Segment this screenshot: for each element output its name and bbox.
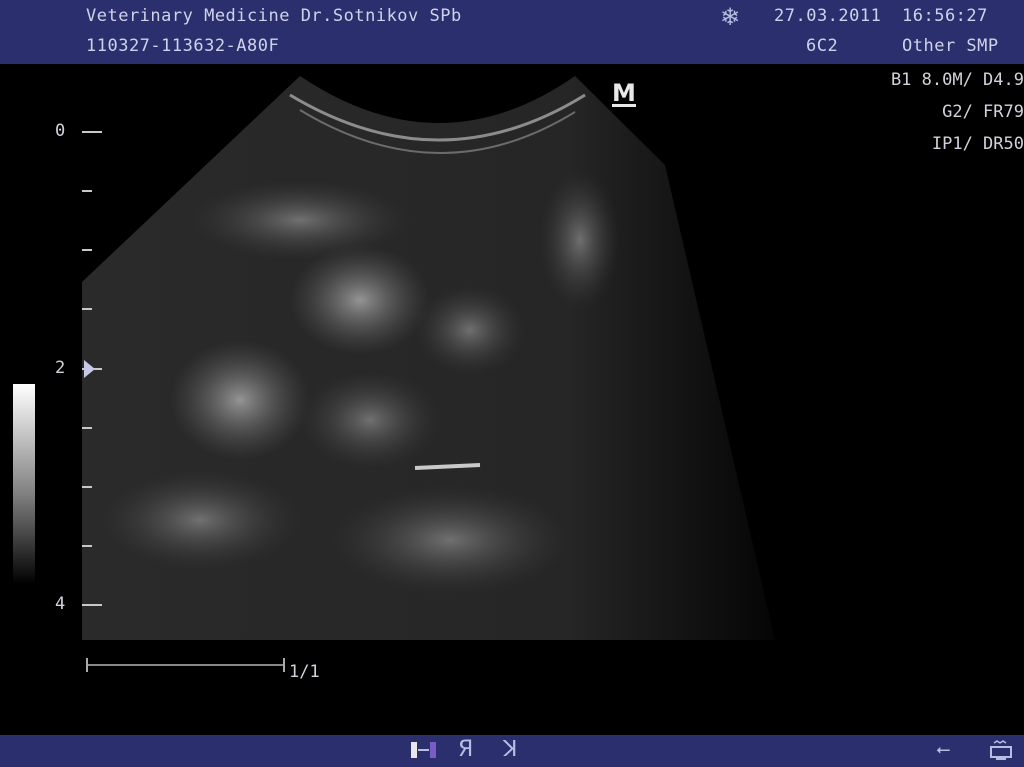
depth-tick bbox=[82, 427, 92, 429]
depth-tick bbox=[82, 604, 102, 606]
storage-icon bbox=[988, 739, 1014, 763]
patient-id: 110327-113632-A80F bbox=[86, 36, 280, 56]
exam-date: 27.03.2011 bbox=[774, 6, 882, 26]
scale-end bbox=[283, 658, 285, 672]
scale-bar bbox=[88, 664, 284, 666]
grayscale-icon[interactable] bbox=[410, 740, 438, 760]
grayscale-bar bbox=[13, 384, 35, 584]
scale-start bbox=[86, 658, 88, 672]
flip-r-icon[interactable]: Я bbox=[458, 737, 473, 762]
ultrasound-image bbox=[82, 76, 775, 640]
depth-label-0: 0 bbox=[55, 121, 66, 141]
param-line-3: IP1/ DR50 bbox=[931, 134, 1024, 154]
depth-tick bbox=[82, 131, 102, 133]
scale-label: 1/1 bbox=[289, 662, 320, 682]
clinic-name: Veterinary Medicine Dr.Sotnikov SPb bbox=[86, 6, 462, 26]
focus-marker[interactable] bbox=[84, 360, 95, 378]
header-bar: Veterinary Medicine Dr.Sotnikov SPb 1103… bbox=[0, 0, 1024, 64]
depth-tick bbox=[82, 545, 92, 547]
status-bar: Я ꓘ ⭠ bbox=[0, 735, 1024, 767]
flip-updown-icon[interactable]: ꓘ bbox=[503, 737, 517, 762]
depth-tick bbox=[82, 249, 92, 251]
snowflake-icon[interactable]: ❄ bbox=[720, 3, 740, 31]
depth-label-2: 2 bbox=[55, 358, 66, 378]
probe-label: 6C2 bbox=[806, 36, 839, 56]
usb-icon: ⭠ bbox=[936, 739, 951, 760]
depth-tick bbox=[82, 308, 92, 310]
depth-tick bbox=[82, 190, 92, 192]
m-logo: M bbox=[612, 79, 636, 107]
depth-label-4: 4 bbox=[55, 594, 66, 614]
preset-label: Other SMP bbox=[902, 36, 999, 56]
depth-tick bbox=[82, 486, 92, 488]
param-line-2: G2/ FR79 bbox=[942, 102, 1024, 122]
param-line-1: B1 8.0M/ D4.9 bbox=[890, 70, 1024, 90]
exam-time: 16:56:27 bbox=[902, 6, 988, 26]
